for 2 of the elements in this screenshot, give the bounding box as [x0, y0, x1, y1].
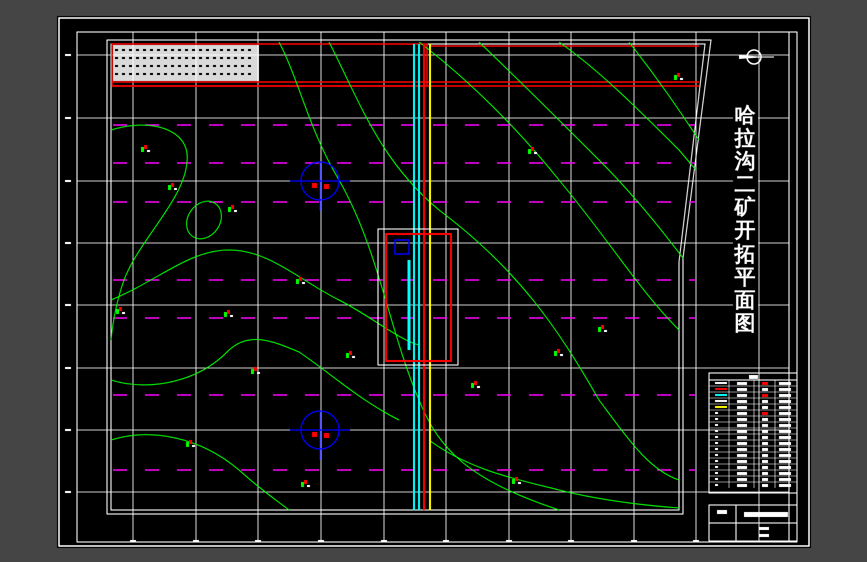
compass-icon	[738, 49, 774, 65]
drawing-title: 哈拉沟二矿开拓平面图	[732, 104, 758, 335]
